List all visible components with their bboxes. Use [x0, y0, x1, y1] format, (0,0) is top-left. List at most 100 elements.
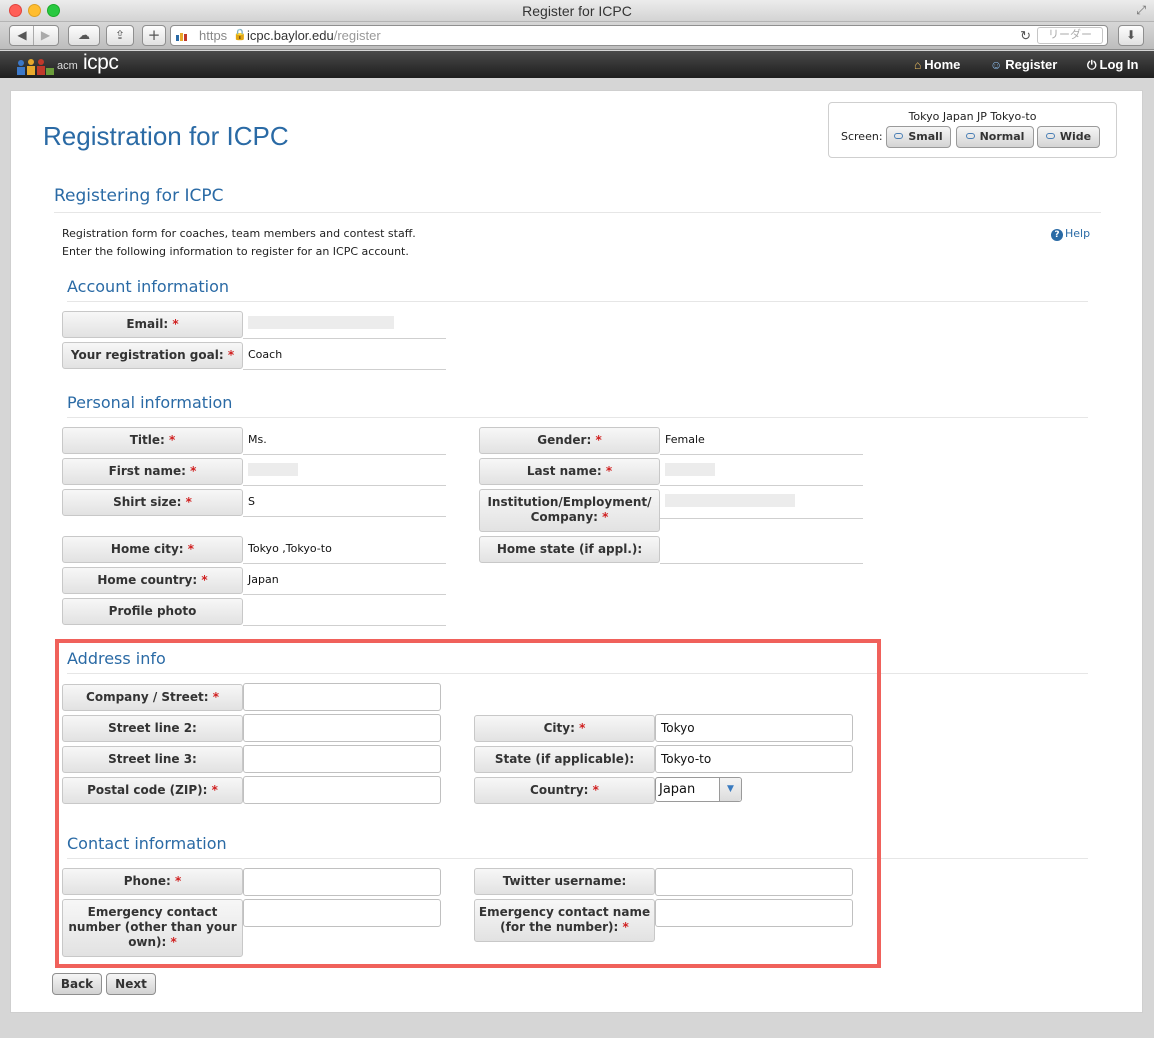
home-city-label: Home city: * — [62, 536, 243, 563]
title-label-text: Title: — [129, 433, 165, 447]
institution-label-line1: Institution/Employment/ — [487, 495, 652, 509]
lock-icon: 🔒 — [233, 29, 247, 41]
screen-wide-label: Wide — [1059, 130, 1092, 143]
required-mark: * — [602, 510, 609, 524]
title-label: Title: * — [62, 427, 243, 454]
cloud-icon: ☁ — [78, 28, 90, 42]
home-country-value: Japan — [243, 566, 446, 595]
institution-value — [660, 488, 863, 519]
location-text: Tokyo Japan JP Tokyo-to — [908, 110, 1037, 123]
forward-arrow-icon[interactable]: ▶ — [34, 26, 57, 45]
share-icon: ⇪ — [114, 28, 126, 42]
screen-wide-button[interactable]: Wide — [1037, 126, 1100, 148]
home-city-label-text: Home city: — [110, 542, 184, 556]
page-content: Registration for ICPC Tokyo Japan JP Tok… — [10, 90, 1143, 1013]
first-name-label-text: First name: — [108, 464, 186, 478]
nav-login-label: Log In — [1099, 57, 1139, 72]
gender-value: Female — [660, 426, 863, 455]
screen-small-button[interactable]: Small — [886, 126, 951, 148]
site-nav-bar: acm icpc ⌂ Home ☺ Register ⏻ Log In — [0, 51, 1154, 78]
icpc-people-logo-icon — [17, 59, 54, 75]
redacted-email — [248, 316, 394, 329]
intro-text-1: Registration form for coaches, team memb… — [62, 227, 416, 240]
required-mark: * — [227, 348, 235, 362]
goal-label-text: Your registration goal: — [70, 348, 224, 362]
url-text: icpc.baylor.edu/register — [247, 26, 381, 45]
account-heading: Account information — [67, 277, 1088, 302]
nav-register-link[interactable]: ☺ Register — [990, 57, 1057, 72]
section-title: Registering for ICPC — [54, 186, 1101, 213]
personal-heading: Personal information — [67, 393, 1088, 418]
required-mark: * — [172, 317, 179, 331]
reload-icon[interactable]: ↻ — [1020, 26, 1031, 45]
highlight-box — [55, 639, 881, 968]
window-title: Register for ICPC — [522, 3, 632, 19]
pill-icon — [965, 133, 975, 139]
last-name-label-text: Last name: — [526, 464, 602, 478]
first-name-label: First name: * — [62, 458, 243, 485]
required-mark: * — [201, 573, 208, 587]
home-city-value: Tokyo ,Tokyo-to — [243, 535, 446, 564]
gender-label-text: Gender: — [537, 433, 592, 447]
back-arrow-icon[interactable]: ◀ — [11, 26, 34, 45]
last-name-label: Last name: * — [479, 458, 660, 485]
email-label-text: Email: — [126, 317, 169, 331]
help-link[interactable]: ? Help — [1051, 227, 1090, 241]
screen-label: Screen: — [841, 130, 883, 143]
last-name-value — [660, 457, 863, 486]
page-title: Registration for ICPC — [43, 121, 289, 151]
logo-acm-text: acm — [57, 60, 78, 72]
screen-normal-label: Normal — [979, 130, 1025, 143]
house-icon: ⌂ — [914, 58, 922, 72]
user-icon: ☺ — [990, 58, 1003, 72]
nav-home-link[interactable]: ⌂ Home — [914, 57, 960, 72]
browser-toolbar: ◀ ▶ ☁ ⇪ + https 🔒 icpc.baylor.edu/registe… — [0, 22, 1154, 50]
url-scheme: https — [199, 28, 228, 43]
nav-home-label: Home — [924, 57, 961, 72]
nav-register-label: Register — [1005, 57, 1058, 72]
goal-value: Coach — [243, 341, 446, 370]
pill-icon — [1045, 133, 1055, 139]
home-country-label-text: Home country: — [97, 573, 198, 587]
redacted-last-name — [665, 463, 715, 476]
title-value: Ms. — [243, 426, 446, 455]
home-state-value — [660, 535, 863, 564]
shirt-size-label-text: Shirt size: — [113, 495, 182, 509]
pill-icon — [894, 133, 904, 139]
required-mark: * — [169, 433, 176, 447]
shirt-size-label: Shirt size: * — [62, 489, 243, 516]
nav-login-link[interactable]: ⏻ Log In — [1087, 57, 1139, 73]
address-bar[interactable]: https 🔒 icpc.baylor.edu/register ↻ リーダー — [170, 25, 1108, 46]
required-mark: * — [187, 542, 195, 556]
new-tab-button[interactable]: + — [142, 25, 166, 46]
required-mark: * — [605, 464, 613, 478]
required-mark: * — [185, 495, 192, 509]
share-button[interactable]: ⇪ — [106, 25, 134, 46]
goal-label: Your registration goal: * — [62, 342, 243, 369]
back-forward-buttons: ◀ ▶ — [9, 25, 59, 46]
back-button[interactable]: Back — [52, 973, 102, 995]
fullscreen-icon[interactable]: ⤢ — [1136, 3, 1146, 18]
screen-normal-button[interactable]: Normal — [956, 126, 1034, 148]
plus-icon: + — [147, 26, 161, 44]
gender-label: Gender: * — [479, 427, 660, 454]
next-button[interactable]: Next — [106, 973, 156, 995]
home-country-label: Home country: * — [62, 567, 243, 594]
home-state-label: Home state (if appl.): — [479, 536, 660, 563]
url-host: icpc.baylor.edu — [247, 28, 334, 43]
icloud-tabs-button[interactable]: ☁ — [68, 25, 100, 46]
redacted-institution — [665, 494, 795, 507]
logo-icpc-text: icpc — [83, 51, 119, 74]
institution-label: Institution/Employment/Company: * — [479, 489, 660, 532]
profile-photo-value — [243, 597, 446, 626]
first-name-value — [243, 457, 446, 486]
reader-button[interactable]: リーダー — [1037, 27, 1103, 44]
site-favicon-icon — [176, 33, 187, 41]
intro-text-2: Enter the following information to regis… — [62, 245, 409, 258]
screen-size-box: Tokyo Japan JP Tokyo-to Screen: Small No… — [828, 102, 1117, 158]
required-mark: * — [190, 464, 197, 478]
downloads-button[interactable]: ⬇ — [1118, 25, 1144, 46]
help-label: Help — [1065, 227, 1091, 240]
url-path: /register — [333, 28, 381, 43]
email-value — [243, 310, 446, 339]
